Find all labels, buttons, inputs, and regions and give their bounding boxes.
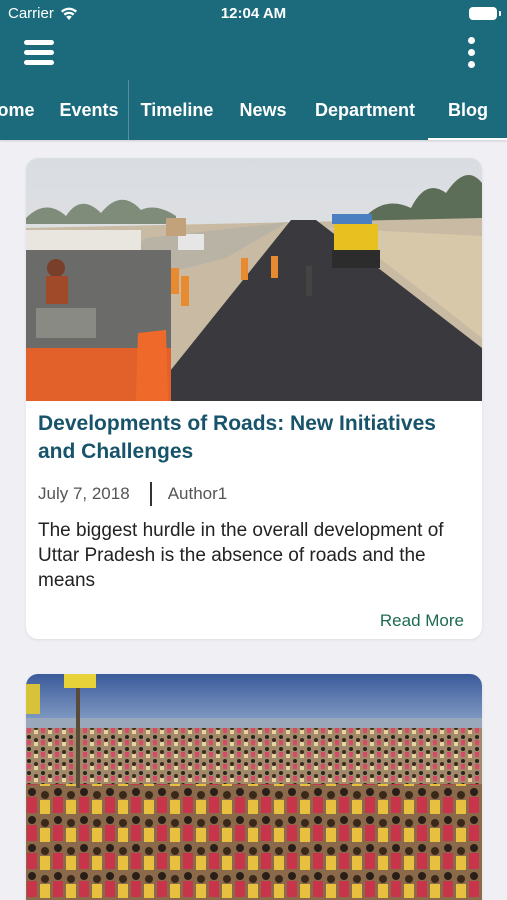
crowd-gathering-photo[interactable]	[26, 674, 482, 900]
tab-events[interactable]: Events	[56, 80, 122, 140]
battery-icon	[469, 7, 501, 20]
post-excerpt: The biggest hurdle in the overall develo…	[38, 520, 444, 591]
tab-home[interactable]: ome	[0, 80, 38, 140]
tab-timeline[interactable]: Timeline	[137, 80, 217, 140]
read-more-link[interactable]: Read More	[380, 611, 464, 631]
tab-department[interactable]: Department	[310, 80, 420, 140]
app-bar	[0, 28, 507, 80]
category-tabs: ome Events Timeline News Department Blog	[0, 80, 507, 140]
tab-divider	[128, 80, 129, 140]
more-vertical-icon[interactable]	[465, 37, 477, 69]
tab-news[interactable]: News	[236, 80, 290, 140]
post-author: Author1	[167, 484, 228, 503]
road-construction-photo[interactable]	[26, 158, 482, 401]
post-date: July 7, 2018	[38, 484, 130, 503]
meta-divider	[149, 482, 152, 506]
blog-post-card[interactable]	[26, 674, 482, 900]
post-meta: July 7, 2018 Author1	[38, 482, 227, 506]
hamburger-menu-icon[interactable]	[24, 39, 54, 65]
blog-post-card[interactable]: Developments of Roads: New Initiatives a…	[26, 158, 482, 639]
status-bar: Carrier 12:04 AM	[0, 0, 507, 28]
tab-blog[interactable]: Blog	[428, 80, 507, 140]
post-title[interactable]: Developments of Roads: New Initiatives a…	[38, 410, 474, 466]
status-time: 12:04 AM	[220, 5, 287, 22]
